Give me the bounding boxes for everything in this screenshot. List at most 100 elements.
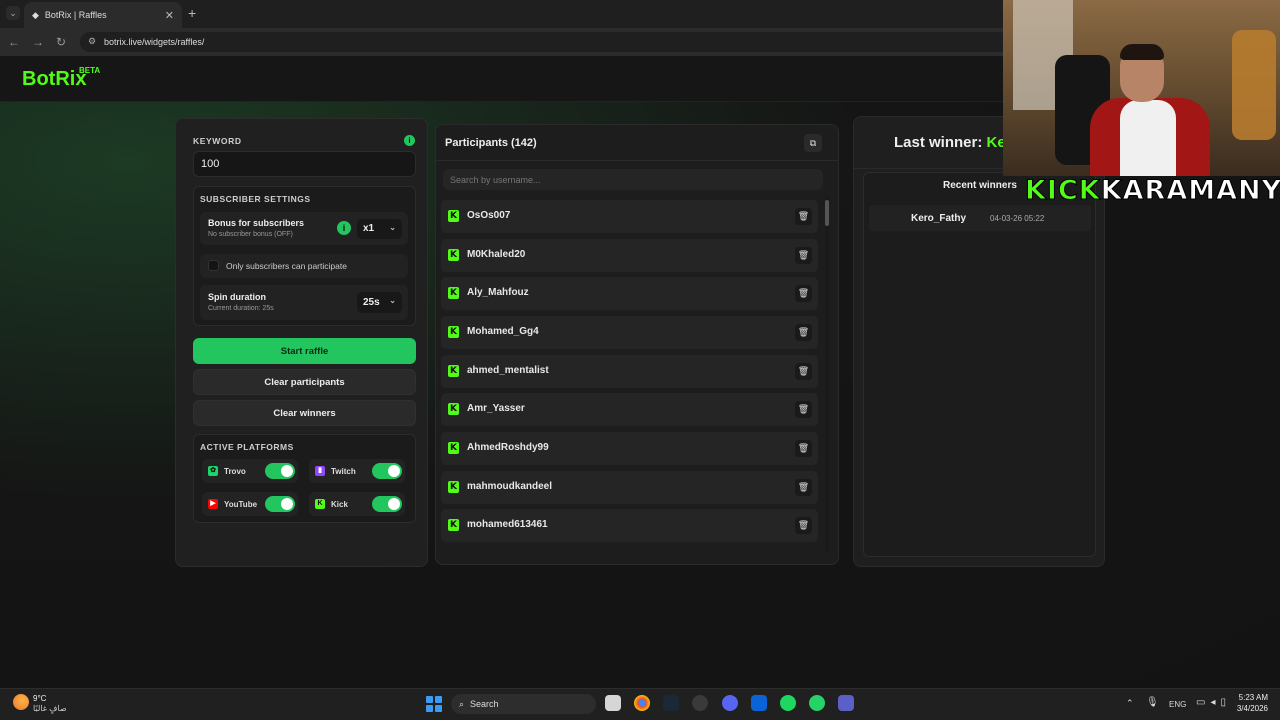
- microphone-icon[interactable]: 🎙: [1146, 697, 1159, 708]
- participants-scrollbar[interactable]: [825, 196, 829, 553]
- participant-row: K AhmedRoshdy99 🗑: [441, 432, 818, 465]
- teams-icon[interactable]: [838, 695, 854, 711]
- forward-icon[interactable]: →: [32, 35, 44, 49]
- trash-icon[interactable]: 🗑: [795, 479, 812, 496]
- platform-label: Kick: [331, 499, 348, 509]
- bonus-subtitle: No subscriber bonus (OFF): [208, 231, 293, 238]
- whatsapp-icon[interactable]: [809, 695, 825, 711]
- taskbar-search[interactable]: ⌕ Search: [451, 694, 596, 714]
- spotify-icon[interactable]: [780, 695, 796, 711]
- bonus-multiplier-select[interactable]: x1 ⌄: [357, 219, 402, 239]
- beta-badge: BETA: [79, 66, 101, 75]
- kick-icon: K: [315, 499, 325, 509]
- platform-label: YouTube: [224, 499, 258, 509]
- keyword-info-icon[interactable]: i: [404, 135, 415, 146]
- url-text: botrix.live/widgets/raffles/: [104, 37, 205, 47]
- recent-winner-time: 04-03-26 05:22: [990, 214, 1045, 223]
- app-icon[interactable]: [692, 695, 708, 711]
- kick-toggle[interactable]: [372, 496, 402, 512]
- kick-icon: K: [448, 519, 459, 531]
- twitch-toggle[interactable]: [372, 463, 402, 479]
- weather-icon[interactable]: [13, 694, 29, 710]
- kick-icon: K: [448, 287, 459, 299]
- trovo-toggle[interactable]: [265, 463, 295, 479]
- weather-desc: صافٍ غالبًا: [33, 704, 67, 713]
- botrix-logo[interactable]: BotRix BETA: [22, 66, 100, 91]
- last-winner-heading: Last winner: Ke: [894, 134, 1006, 151]
- trash-icon[interactable]: 🗑: [795, 517, 812, 534]
- trash-icon[interactable]: 🗑: [795, 401, 812, 418]
- participant-row: K Amr_Yasser 🗑: [441, 393, 818, 426]
- browser-tab[interactable]: ◆ BotRix | Raffles ✕: [24, 2, 182, 28]
- kick-icon: K: [448, 481, 459, 493]
- participant-name: Aly_Mahfouz: [467, 287, 529, 298]
- participant-name: Mohamed_Gg4: [467, 326, 539, 337]
- kick-icon: K: [448, 210, 459, 222]
- kick-icon: K: [448, 365, 459, 377]
- weather-temp: 9°C: [33, 694, 47, 703]
- participant-name: mahmoudkandeel: [467, 481, 553, 492]
- clock-date[interactable]: 3/4/2026: [1226, 704, 1268, 713]
- webcam-person-shirt: [1120, 100, 1176, 176]
- participant-row: K mohamed613461 🗑: [441, 509, 818, 542]
- youtube-toggle[interactable]: [265, 496, 295, 512]
- keyword-input[interactable]: 100: [193, 151, 416, 177]
- tab-search-button[interactable]: ⌄: [6, 6, 20, 20]
- only-subscribers-label: Only subscribers can participate: [226, 261, 347, 271]
- trash-icon[interactable]: 🗑: [795, 247, 812, 264]
- webcam-person-hair: [1120, 44, 1164, 60]
- clear-winners-button[interactable]: Clear winners: [193, 400, 416, 426]
- trash-icon[interactable]: 🗑: [795, 440, 812, 457]
- file-explorer-icon[interactable]: [605, 695, 621, 711]
- platform-youtube: ▶ YouTube: [202, 492, 298, 516]
- kick-icon: K: [448, 442, 459, 454]
- platform-twitch: ▮ Twitch: [309, 459, 405, 483]
- participant-name: M0Khaled20: [467, 249, 526, 260]
- address-bar[interactable]: ⚙ botrix.live/widgets/raffles/: [80, 32, 1010, 52]
- trash-icon[interactable]: 🗑: [795, 324, 812, 341]
- bonus-info-icon[interactable]: i: [337, 221, 351, 235]
- participant-search-input[interactable]: [443, 169, 823, 190]
- participant-name: AhmedRoshdy99: [467, 442, 549, 453]
- mail-icon[interactable]: [751, 695, 767, 711]
- subscriber-settings-title: SUBSCRIBER SETTINGS: [200, 194, 311, 204]
- kick-icon: K: [448, 249, 459, 261]
- windows-start-icon[interactable]: [426, 696, 442, 712]
- scrollbar-thumb[interactable]: [825, 200, 829, 226]
- tab-close-icon[interactable]: ✕: [165, 9, 174, 22]
- participants-title: Participants (142): [445, 137, 537, 149]
- chrome-icon[interactable]: [634, 695, 650, 711]
- only-subscribers-checkbox[interactable]: [208, 260, 219, 271]
- recent-winners-title: Recent winners: [943, 180, 1017, 191]
- new-tab-button[interactable]: +: [188, 6, 196, 20]
- steam-icon[interactable]: [663, 695, 679, 711]
- discord-icon[interactable]: [722, 695, 738, 711]
- kick-icon: K: [448, 326, 459, 338]
- spin-duration-select[interactable]: 25s ⌄: [357, 292, 402, 313]
- recent-winner-row: [869, 205, 1091, 231]
- platform-label: Trovo: [224, 466, 246, 476]
- participant-row: K Aly_Mahfouz 🗑: [441, 277, 818, 310]
- clear-participants-button[interactable]: Clear participants: [193, 369, 416, 395]
- start-raffle-button[interactable]: Start raffle: [193, 338, 416, 364]
- youtube-icon: ▶: [208, 499, 218, 509]
- keyword-label: KEYWORD: [193, 136, 242, 146]
- active-platforms-title: ACTIVE PLATFORMS: [200, 442, 294, 452]
- copy-icon[interactable]: ⧉: [804, 134, 822, 152]
- language-indicator[interactable]: ENG: [1169, 700, 1186, 709]
- trash-icon[interactable]: 🗑: [795, 285, 812, 302]
- last-winner-label: Last winner:: [894, 134, 987, 151]
- spin-duration-subtitle: Current duration: 25s: [208, 305, 274, 312]
- site-info-icon[interactable]: ⚙: [88, 36, 96, 47]
- bonus-title: Bonus for subscribers: [208, 218, 305, 228]
- reload-icon[interactable]: ↻: [56, 35, 66, 49]
- platform-trovo: ✿ Trovo: [202, 459, 298, 483]
- twitch-icon: ▮: [315, 466, 325, 476]
- clock-time[interactable]: 5:23 AM: [1234, 693, 1268, 702]
- bonus-multiplier-value: x1: [363, 223, 375, 234]
- back-icon[interactable]: ←: [8, 35, 20, 49]
- trash-icon[interactable]: 🗑: [795, 208, 812, 225]
- chevron-up-icon[interactable]: ⌃: [1126, 698, 1134, 709]
- trash-icon[interactable]: 🗑: [795, 363, 812, 380]
- platform-label: Twitch: [331, 466, 356, 476]
